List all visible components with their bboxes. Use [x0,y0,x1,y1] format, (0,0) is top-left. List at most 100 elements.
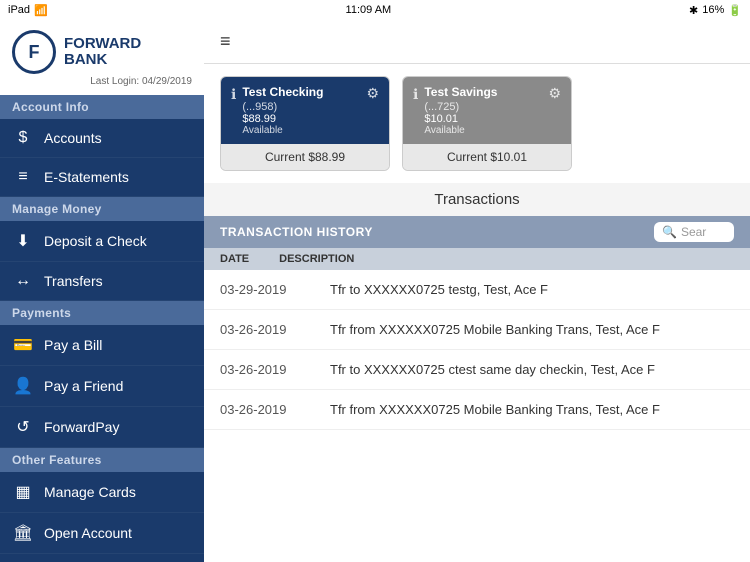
transaction-history-label: TRANSACTION HISTORY [220,225,373,239]
gear-icon-checking[interactable]: ⚙ [366,85,379,102]
table-row: 03-26-2019 Tfr from XXXXXX0725 Mobile Ba… [204,390,750,430]
section-header-account-info: Account Info [0,95,204,119]
last-login: Last Login: 04/29/2019 [12,74,192,91]
info-icon-checking[interactable]: ℹ [231,86,236,103]
sidebar-item-mortgage[interactable]: 🏠 Mortgage Center [0,554,204,562]
pay-bill-icon: 💳 [12,335,34,355]
transactions-list: 03-29-2019 Tfr to XXXXXX0725 testg, Test… [204,270,750,562]
table-row: 03-26-2019 Tfr to XXXXXX0725 ctest same … [204,350,750,390]
transactions-section: Transactions TRANSACTION HISTORY 🔍 Sear … [204,183,750,562]
logo-row: F FORWARD BANK [12,30,141,74]
account-card-checking[interactable]: ℹ Test Checking (...958) $88.99 Availabl… [220,76,390,171]
sidebar-item-manage-cards[interactable]: ▦ Manage Cards [0,472,204,513]
savings-amount: $10.01 [424,113,497,125]
card-header-checking: ℹ Test Checking (...958) $88.99 Availabl… [221,77,389,144]
sidebar-item-accounts[interactable]: $ Accounts [0,119,204,158]
status-right: ✱ 16% 🔋 [689,4,742,17]
sidebar-logo: F FORWARD BANK Last Login: 04/29/2019 [0,20,204,95]
col-date: DATE [220,253,249,265]
sidebar-item-estatements[interactable]: ≡ E-Statements [0,158,204,197]
transactions-header-bar: TRANSACTION HISTORY 🔍 Sear [204,216,750,248]
main-content: ≡ ℹ Test Checking (...958) $88.99 Availa… [204,20,750,562]
search-placeholder: Sear [681,225,706,239]
card-header-savings: ℹ Test Savings (...725) $10.01 Available… [403,77,571,144]
sidebar-label-manage-cards: Manage Cards [44,484,136,500]
dollar-icon: $ [12,129,34,147]
sidebar-label-transfers: Transfers [44,273,103,289]
bluetooth-icon: ✱ [689,4,698,17]
savings-name: Test Savings [424,85,497,101]
status-bar: iPad 📶 11:09 AM ✱ 16% 🔋 [0,0,750,20]
savings-available: Available [424,125,497,136]
table-row: 03-26-2019 Tfr from XXXXXX0725 Mobile Ba… [204,310,750,350]
statements-icon: ≡ [12,168,34,186]
battery-level: 16% [702,4,724,16]
card-header-left-savings: ℹ Test Savings (...725) $10.01 Available [413,85,497,136]
transfers-icon: ↔ [12,272,34,290]
checking-amount: $88.99 [242,113,323,125]
card-name-savings: Test Savings (...725) $10.01 Available [424,85,497,136]
open-account-icon: 🏛 [12,523,34,543]
card-footer-checking: Current $88.99 [221,144,389,170]
trans-date-1: 03-29-2019 [220,282,300,297]
logo-text: FORWARD BANK [64,36,141,69]
gear-icon-savings[interactable]: ⚙ [548,85,561,102]
trans-desc-4: Tfr from XXXXXX0725 Mobile Banking Trans… [330,402,734,417]
trans-date-2: 03-26-2019 [220,322,300,337]
info-icon-savings[interactable]: ℹ [413,86,418,103]
account-card-savings[interactable]: ℹ Test Savings (...725) $10.01 Available… [402,76,572,171]
app-container: F FORWARD BANK Last Login: 04/29/2019 Ac… [0,20,750,562]
top-bar: ≡ [204,20,750,64]
device-label: iPad [8,4,30,16]
manage-cards-icon: ▦ [12,482,34,502]
col-description: DESCRIPTION [279,253,354,265]
sidebar-item-pay-bill[interactable]: 💳 Pay a Bill [0,325,204,366]
sidebar-label-forwardpay: ForwardPay [44,419,119,435]
search-icon: 🔍 [662,225,677,239]
sidebar-item-forwardpay[interactable]: ↺ ForwardPay [0,407,204,448]
card-footer-savings: Current $10.01 [403,144,571,170]
search-box[interactable]: 🔍 Sear [654,222,734,242]
account-cards: ℹ Test Checking (...958) $88.99 Availabl… [204,64,750,183]
trans-date-4: 03-26-2019 [220,402,300,417]
checking-available: Available [242,125,323,136]
wifi-icon: 📶 [34,4,48,17]
section-header-manage-money: Manage Money [0,197,204,221]
forwardpay-icon: ↺ [12,417,34,437]
sidebar-label-accounts: Accounts [44,130,102,146]
hamburger-button[interactable]: ≡ [220,31,231,52]
transactions-title: Transactions [204,183,750,216]
sidebar-label-pay-friend: Pay a Friend [44,378,123,394]
trans-desc-1: Tfr to XXXXXX0725 testg, Test, Ace F [330,282,734,297]
battery-icon: 🔋 [728,4,742,17]
status-time: 11:09 AM [346,4,392,16]
card-header-left: ℹ Test Checking (...958) $88.99 Availabl… [231,85,323,136]
sidebar-item-transfers[interactable]: ↔ Transfers [0,262,204,301]
section-header-other: Other Features [0,448,204,472]
trans-desc-3: Tfr to XXXXXX0725 ctest same day checkin… [330,362,734,377]
sidebar-item-open-account[interactable]: 🏛 Open Account [0,513,204,554]
section-header-payments: Payments [0,301,204,325]
sidebar: F FORWARD BANK Last Login: 04/29/2019 Ac… [0,20,204,562]
sidebar-label-estatements: E-Statements [44,169,129,185]
status-left: iPad 📶 [8,4,48,17]
deposit-icon: ⬇ [12,231,34,251]
logo-line1: FORWARD [64,36,141,53]
sidebar-item-deposit[interactable]: ⬇ Deposit a Check [0,221,204,262]
logo-letter: F [29,42,40,63]
checking-name: Test Checking [242,85,323,101]
table-row: 03-29-2019 Tfr to XXXXXX0725 testg, Test… [204,270,750,310]
savings-account: (...725) [424,101,497,113]
logo-line2: BANK [64,52,141,69]
sidebar-label-pay-bill: Pay a Bill [44,337,102,353]
logo-circle: F [12,30,56,74]
column-headers: DATE DESCRIPTION [204,248,750,270]
sidebar-item-pay-friend[interactable]: 👤 Pay a Friend [0,366,204,407]
checking-account: (...958) [242,101,323,113]
card-name-checking: Test Checking (...958) $88.99 Available [242,85,323,136]
sidebar-label-deposit: Deposit a Check [44,233,147,249]
trans-desc-2: Tfr from XXXXXX0725 Mobile Banking Trans… [330,322,734,337]
pay-friend-icon: 👤 [12,376,34,396]
trans-date-3: 03-26-2019 [220,362,300,377]
sidebar-label-open-account: Open Account [44,525,132,541]
